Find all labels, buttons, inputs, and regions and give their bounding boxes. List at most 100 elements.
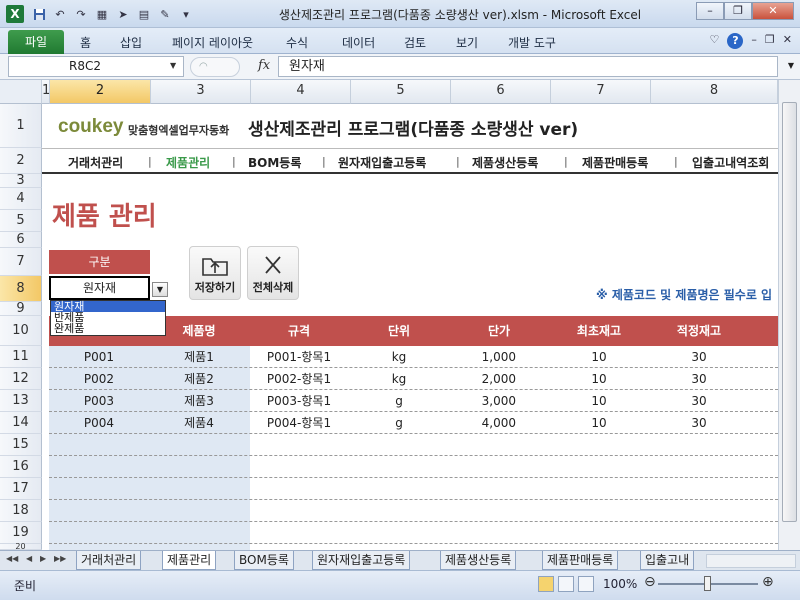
tab-review[interactable]: 검토 <box>404 34 426 51</box>
row-header[interactable]: 4 <box>0 188 42 210</box>
table-row[interactable]: P004 제품4 P004-항목1 g 4,000 10 30 <box>49 412 778 434</box>
cell-target-stock[interactable]: 30 <box>649 368 749 390</box>
nav-item-sales[interactable]: 제품판매등록 <box>582 154 648 171</box>
cell-spec[interactable]: P001-항목1 <box>249 346 349 368</box>
row-header[interactable]: 6 <box>0 232 42 248</box>
zoom-level[interactable]: 100% <box>603 577 637 591</box>
row-header[interactable]: 19 <box>0 522 42 544</box>
insert-function-icon[interactable]: fx <box>258 58 270 73</box>
row-header[interactable]: 11 <box>0 346 42 368</box>
nav-item-clients[interactable]: 거래처관리 <box>68 154 123 171</box>
cell-target-stock[interactable]: 30 <box>649 390 749 412</box>
cell-code[interactable]: P004 <box>49 412 149 434</box>
table-row[interactable] <box>49 434 778 456</box>
vertical-scrollbar[interactable] <box>778 80 800 550</box>
tab-file[interactable]: 파일 <box>8 30 64 54</box>
row-header[interactable]: 9 <box>0 301 42 316</box>
table-icon[interactable]: ▦ <box>93 5 111 23</box>
save-button[interactable]: 저장하기 <box>189 246 241 300</box>
nav-item-production[interactable]: 제품생산등록 <box>472 154 538 171</box>
cell-name[interactable]: 제품2 <box>149 368 249 390</box>
nav-item-products[interactable]: 제품관리 <box>166 154 210 171</box>
undo-icon[interactable]: ↶ <box>51 5 69 23</box>
cell-initial-stock[interactable]: 10 <box>549 346 649 368</box>
sheet-tab[interactable]: 원자재입출고등록 <box>312 551 411 570</box>
format-painter-icon[interactable]: ✎ <box>156 5 174 23</box>
save-icon[interactable] <box>30 5 48 23</box>
row-header[interactable]: 1 <box>0 104 42 148</box>
sheet-tab[interactable]: 입출고내 <box>640 551 695 570</box>
tab-view[interactable]: 보기 <box>456 34 478 51</box>
row-header[interactable]: 3 <box>0 173 42 188</box>
delete-all-button[interactable]: 전체삭제 <box>247 246 299 300</box>
cell-price[interactable]: 2,000 <box>449 368 516 390</box>
sheet-tab[interactable]: 제품판매등록 <box>542 551 619 570</box>
column-header[interactable]: 6 <box>451 80 551 104</box>
row-header[interactable]: 10 <box>0 316 42 346</box>
category-select[interactable]: 원자재 <box>49 276 150 300</box>
tab-developer[interactable]: 개발 도구 <box>508 34 556 51</box>
row-header[interactable]: 7 <box>0 248 42 276</box>
cell-code[interactable]: P003 <box>49 390 149 412</box>
cell-initial-stock[interactable]: 10 <box>549 412 649 434</box>
first-sheet-icon[interactable]: ◀◀ <box>6 554 18 563</box>
tab-page-layout[interactable]: 페이지 레이아웃 <box>172 34 253 51</box>
sheet-tab-active[interactable]: 제품관리 <box>162 551 217 570</box>
table-row[interactable] <box>49 522 778 544</box>
close-icon[interactable]: ✕ <box>752 2 794 20</box>
tab-formulas[interactable]: 수식 <box>286 34 308 51</box>
normal-view-icon[interactable] <box>538 576 554 592</box>
formula-expand-icon[interactable]: ▼ <box>788 61 794 70</box>
row-header[interactable]: 13 <box>0 390 42 412</box>
column-header[interactable]: 2 <box>50 80 151 104</box>
column-header[interactable]: 1 <box>42 80 50 104</box>
restore-icon[interactable]: ❐ <box>724 2 752 20</box>
row-header[interactable]: 18 <box>0 500 42 522</box>
cell-name[interactable]: 제품4 <box>149 412 249 434</box>
sheet-tab[interactable]: BOM등록 <box>234 551 294 570</box>
name-box[interactable]: R8C2 <box>8 56 184 77</box>
cell-spec[interactable]: P004-항목1 <box>249 412 349 434</box>
nav-item-bom[interactable]: BOM등록 <box>248 154 301 171</box>
formula-cancel-icon[interactable]: ◠ <box>190 57 240 77</box>
cell-unit[interactable]: kg <box>349 368 449 390</box>
cell-unit[interactable]: g <box>349 390 449 412</box>
cell-price[interactable]: 1,000 <box>449 346 516 368</box>
workbook-close-icon[interactable]: ✕ <box>783 33 792 49</box>
tab-home[interactable]: 홈 <box>80 34 91 51</box>
row-header[interactable]: 14 <box>0 412 42 434</box>
customize-qat-icon[interactable]: ▾ <box>177 5 195 23</box>
cell-code[interactable]: P001 <box>49 346 149 368</box>
tab-insert[interactable]: 삽입 <box>120 34 142 51</box>
page-break-view-icon[interactable] <box>578 576 594 592</box>
zoom-in-icon[interactable]: ⊕ <box>762 574 774 590</box>
form-icon[interactable]: ▤ <box>135 5 153 23</box>
workbook-restore-icon[interactable]: ❐ <box>765 33 775 49</box>
cell-initial-stock[interactable]: 10 <box>549 368 649 390</box>
cell-spec[interactable]: P003-항목1 <box>249 390 349 412</box>
cell-price[interactable]: 4,000 <box>449 412 516 434</box>
cell-name[interactable]: 제품1 <box>149 346 249 368</box>
table-row[interactable] <box>49 456 778 478</box>
column-header[interactable]: 3 <box>151 80 251 104</box>
pointer-icon[interactable]: ➤ <box>114 5 132 23</box>
dropdown-option[interactable]: 완제품 <box>51 323 165 334</box>
table-row[interactable]: P001 제품1 P001-항목1 kg 1,000 10 30 <box>49 346 778 368</box>
sheet-tab[interactable]: 거래처관리 <box>76 551 142 570</box>
excel-app-icon[interactable]: X <box>6 5 24 23</box>
row-header[interactable]: 17 <box>0 478 42 500</box>
table-row[interactable] <box>49 500 778 522</box>
cell-price[interactable]: 3,000 <box>449 390 516 412</box>
column-header[interactable]: 4 <box>251 80 351 104</box>
chevron-down-icon[interactable]: ▼ <box>152 282 168 297</box>
cell-unit[interactable]: kg <box>349 346 449 368</box>
row-header[interactable]: 12 <box>0 368 42 390</box>
cell-spec[interactable]: P002-항목1 <box>249 368 349 390</box>
cell-unit[interactable]: g <box>349 412 449 434</box>
cell-initial-stock[interactable]: 10 <box>549 390 649 412</box>
table-row[interactable] <box>49 478 778 500</box>
minimize-icon[interactable]: – <box>696 2 724 20</box>
nav-item-material-io[interactable]: 원자재입출고등록 <box>338 154 426 171</box>
formula-input[interactable]: 원자재 <box>278 56 778 77</box>
scrollbar-thumb[interactable] <box>782 102 797 522</box>
